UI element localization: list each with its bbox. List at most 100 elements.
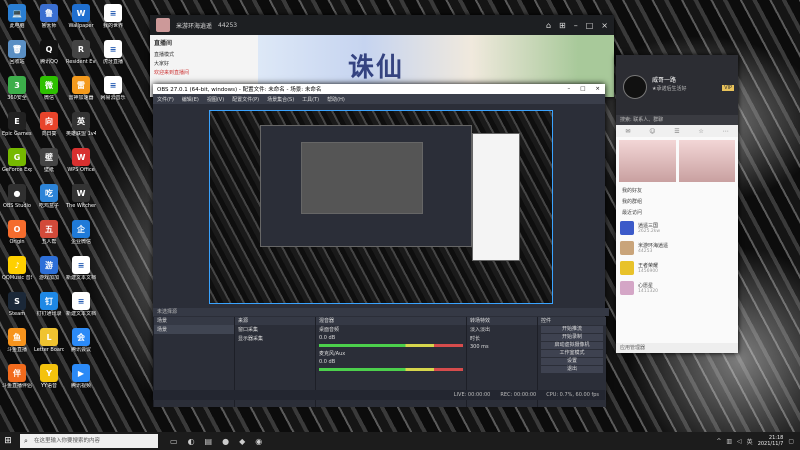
start-recording-button[interactable]: 开始录制 — [541, 334, 603, 341]
group-label[interactable]: 我的好友 — [616, 185, 738, 196]
group-label[interactable]: 我的群组 — [616, 196, 738, 207]
desktop-icon[interactable]: 企企业微信 — [66, 220, 96, 245]
menu-file[interactable]: 文件(F) — [157, 96, 174, 103]
network-icon[interactable]: ▥ — [726, 438, 732, 445]
desktop-icon[interactable]: 会腾讯会议 — [66, 328, 96, 353]
maximize-icon[interactable]: □ — [580, 86, 585, 92]
more-icon[interactable]: ⋯ — [723, 128, 729, 135]
desktop-icon[interactable]: 🗑 回收站 — [2, 40, 32, 65]
desktop-icon[interactable]: EEpic Games Launcher — [2, 112, 32, 137]
obs-preview[interactable] — [209, 110, 553, 304]
transition-select[interactable]: 淡入淡出 — [467, 325, 537, 334]
studio-mode-button[interactable]: 工作室模式 — [541, 350, 603, 357]
photo-thumbnail[interactable] — [619, 140, 676, 182]
desktop-icon[interactable]: 雷雷神加速器 — [66, 76, 96, 101]
virtual-camera-button[interactable]: 启动虚拟摄像机 — [541, 342, 603, 349]
desktop-icon[interactable]: W WPS Office — [66, 148, 96, 173]
desktop-icon[interactable]: WThe Witcher 3 Wild Hu... — [66, 184, 96, 209]
gamepad-icon[interactable]: ⊞ — [559, 21, 566, 30]
notification-icon[interactable]: ▢ — [788, 438, 794, 445]
close-icon[interactable]: × — [601, 21, 608, 30]
menu-tools[interactable]: 工具(T) — [302, 96, 319, 103]
menu-profile[interactable]: 配置文件(P) — [232, 96, 259, 103]
obs-icon[interactable]: ● — [222, 437, 229, 446]
desktop-icon[interactable]: Y YY语音 — [34, 364, 64, 389]
desktop-icon[interactable]: Q 腾讯QQ — [34, 40, 64, 65]
close-icon[interactable]: × — [595, 86, 600, 92]
desktop-icon[interactable]: O Origin — [2, 220, 32, 245]
contacts-icon[interactable]: ☺ — [649, 128, 655, 135]
app-manager-bar[interactable]: 应用管理器 — [616, 343, 738, 353]
list-item[interactable]: 心愿星 1411320 — [616, 278, 738, 298]
obs-window[interactable]: OBS 27.0.1 (64-bit, windows) - 配置文件: 未命名… — [153, 84, 609, 407]
menu-scene-collection[interactable]: 场景集合(S) — [267, 96, 294, 103]
desktop-icon[interactable]: ▶ 腾讯视频 — [66, 364, 96, 389]
scene-item[interactable]: 场景 — [154, 325, 234, 334]
side-item[interactable]: 欢迎来到直播间 — [150, 68, 258, 77]
desktop-icon[interactable]: ≡ 网易云音乐 — [98, 76, 128, 101]
menu-help[interactable]: 帮助(H) — [327, 96, 345, 103]
duration-input[interactable]: 300 ms — [467, 343, 537, 351]
desktop-icon[interactable]: ≡新建文本文档 (2) — [66, 292, 96, 317]
desktop-icon[interactable]: ≡ 虎牙直播 — [98, 40, 128, 65]
desktop-icon[interactable]: RResident Evil Villa — [66, 40, 96, 65]
settings-button[interactable]: 设置 — [541, 358, 603, 365]
desktop-icon[interactable]: 伴斗鱼直播伴侣 — [2, 364, 32, 389]
list-item[interactable]: 米游环海逍遥 44253 — [616, 238, 738, 258]
edge-icon[interactable]: ◐ — [188, 437, 195, 446]
ime-indicator[interactable]: 英 — [747, 437, 753, 446]
desktop-icon[interactable]: 钉钉钉通讯录 — [34, 292, 64, 317]
source-item[interactable]: 显示器采集 — [235, 334, 315, 343]
chat-app-icon[interactable]: ◆ — [239, 437, 245, 446]
desktop-icon[interactable]: ≡ 我的世界 — [98, 4, 128, 29]
side-item[interactable]: 大家好 — [150, 59, 258, 68]
chevron-up-icon[interactable]: ^ — [716, 438, 721, 445]
explorer-icon[interactable]: ▤ — [205, 437, 213, 446]
minimize-icon[interactable]: – — [574, 21, 578, 30]
list-item[interactable]: 王者荣耀 1456900 — [616, 258, 738, 278]
start-streaming-button[interactable]: 开始推流 — [541, 326, 603, 333]
star-icon[interactable]: ☆ — [698, 128, 703, 135]
group-label[interactable]: 最近访问 — [616, 207, 738, 218]
desktop-icon[interactable]: GGeForce Experience — [2, 148, 32, 173]
group-icon[interactable]: ☰ — [674, 128, 679, 135]
douyu-icon[interactable]: ◉ — [255, 437, 262, 446]
desktop-icon[interactable]: W Wallpaper — [66, 4, 96, 29]
desktop-icon[interactable]: 英英雄联盟 1v4 — [66, 112, 96, 137]
side-item[interactable]: 直播模式 — [150, 50, 258, 59]
message-icon[interactable]: ✉ — [625, 128, 630, 135]
windows-start-icon[interactable]: ⊞ — [0, 436, 16, 446]
task-view-icon[interactable]: ▭ — [170, 437, 178, 446]
desktop-icon[interactable]: 鱼斗鱼直播 — [2, 328, 32, 353]
photo-thumbnail[interactable] — [678, 140, 735, 182]
source-item[interactable]: 窗口采集 — [235, 325, 315, 334]
list-item[interactable]: 逍遥三国 2625.2kw — [616, 218, 738, 238]
desktop-icon[interactable]: 壁壁纸 — [34, 148, 64, 173]
desktop-icon[interactable]: ♪QQMusic 音乐 — [2, 256, 32, 281]
minimize-icon[interactable]: – — [567, 86, 570, 92]
desktop-icon[interactable]: ● OBS Studio — [2, 184, 32, 209]
maximize-icon[interactable]: □ — [586, 21, 594, 30]
desktop-icon[interactable]: L Letter Board — [34, 328, 64, 353]
contact-search-input[interactable]: 搜索: 联系人、群聊 — [616, 115, 738, 125]
menu-view[interactable]: 视图(V) — [207, 96, 224, 103]
home-icon[interactable]: ⌂ — [546, 21, 551, 30]
desktop-icon[interactable]: 鲁鲁大师 — [34, 4, 64, 29]
desktop-icon[interactable]: 3 360安全 — [2, 76, 32, 101]
volume-meter[interactable] — [319, 368, 463, 371]
desktop-icon[interactable]: 💻 此电脑 — [2, 4, 32, 29]
desktop-icon[interactable]: S Steam — [2, 292, 32, 317]
volume-meter[interactable] — [319, 344, 463, 347]
desktop-icon[interactable]: 吃吃鸡盒子 — [34, 184, 64, 209]
volume-icon[interactable]: ◁ — [737, 438, 742, 445]
taskbar-search-input[interactable]: ⌕ 在这里输入你要搜索的内容 — [20, 434, 158, 448]
desktop-icon[interactable]: 向向日葵 — [34, 112, 64, 137]
desktop-icon[interactable]: ≡ 新建文本文档 — [66, 256, 96, 281]
chat-window[interactable]: 威哥一路 ★承诺后生活好 VIP 搜索: 联系人、群聊 ✉ ☺ ☰ ☆ ⋯ 我的… — [616, 55, 738, 353]
desktop-icon[interactable]: 游游戏加加 — [34, 256, 64, 281]
desktop-icon[interactable]: 微微信 — [34, 76, 64, 101]
clock[interactable]: 21:18 2021/11/7 — [758, 435, 784, 447]
desktop-icon[interactable]: 五五人帮 — [34, 220, 64, 245]
menu-edit[interactable]: 编辑(E) — [182, 96, 199, 103]
avatar[interactable] — [623, 75, 647, 99]
